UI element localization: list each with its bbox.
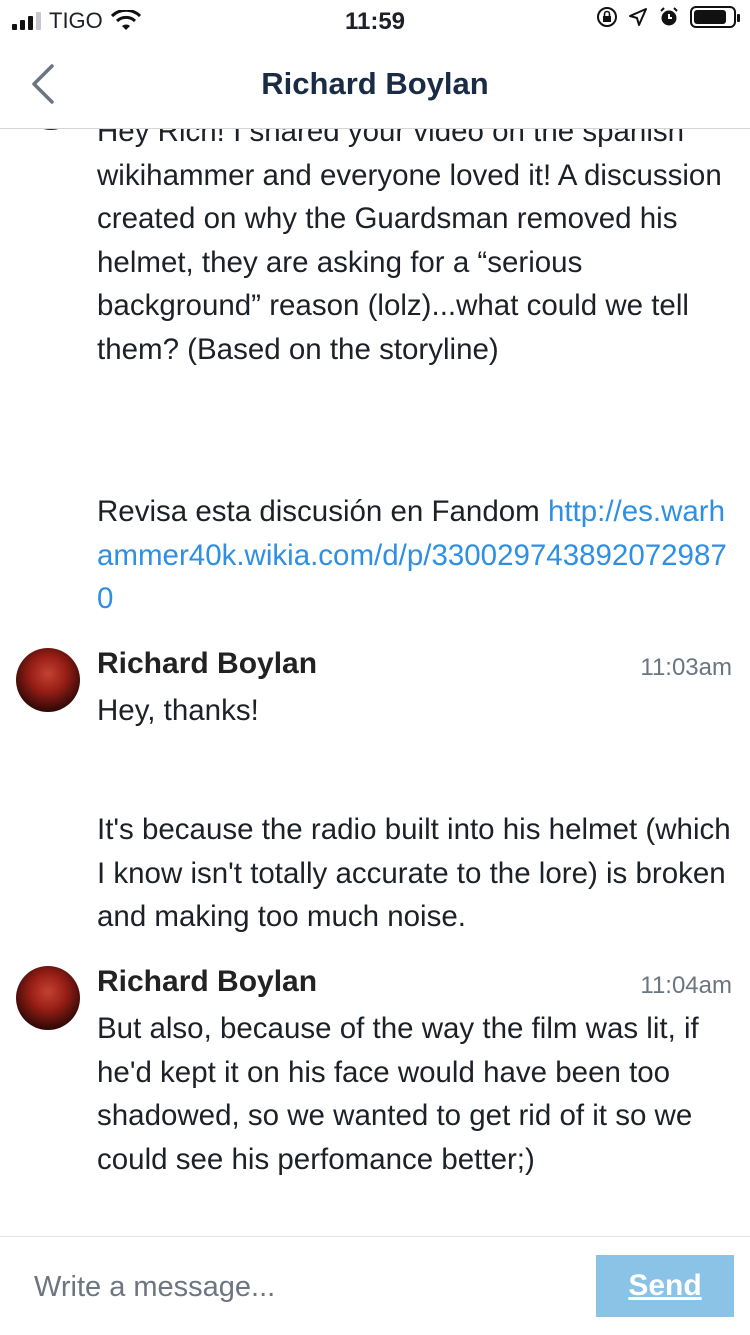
message-text: But also, because of the way the film wa… xyxy=(97,1012,699,1176)
message-text: Hey Rich! I shared your video on the spa… xyxy=(97,128,722,366)
orientation-lock-icon xyxy=(597,7,617,27)
message-list: Hey Rich! I shared your video on the spa… xyxy=(0,128,750,1236)
sender-name: Richard Boylan xyxy=(97,647,318,680)
message-composer: Send xyxy=(0,1236,750,1335)
message-link-prefix: Revisa esta discusión en Fandom xyxy=(97,495,548,528)
message-text: Hey, thanks! xyxy=(97,694,259,727)
alarm-icon xyxy=(660,7,678,26)
message-time: 11:04am xyxy=(640,972,732,999)
battery-icon xyxy=(690,6,740,28)
status-right xyxy=(596,6,740,28)
send-button[interactable]: Send xyxy=(596,1255,734,1317)
conversation-header: Richard Boylan xyxy=(0,42,750,129)
avatar xyxy=(16,648,80,712)
status-bar: TIGO 11:59 xyxy=(0,0,750,42)
message-time: 11:03am xyxy=(640,654,732,681)
avatar xyxy=(16,966,80,1030)
message-text-link-paragraph: Revisa esta discusión en Fandom http://e… xyxy=(97,490,737,621)
conversation-title: Richard Boylan xyxy=(261,66,489,101)
message-input[interactable] xyxy=(34,1267,574,1307)
message-text: It's because the radio built into his he… xyxy=(97,813,731,934)
location-icon xyxy=(629,8,647,26)
sender-name: Richard Boylan xyxy=(97,965,318,998)
